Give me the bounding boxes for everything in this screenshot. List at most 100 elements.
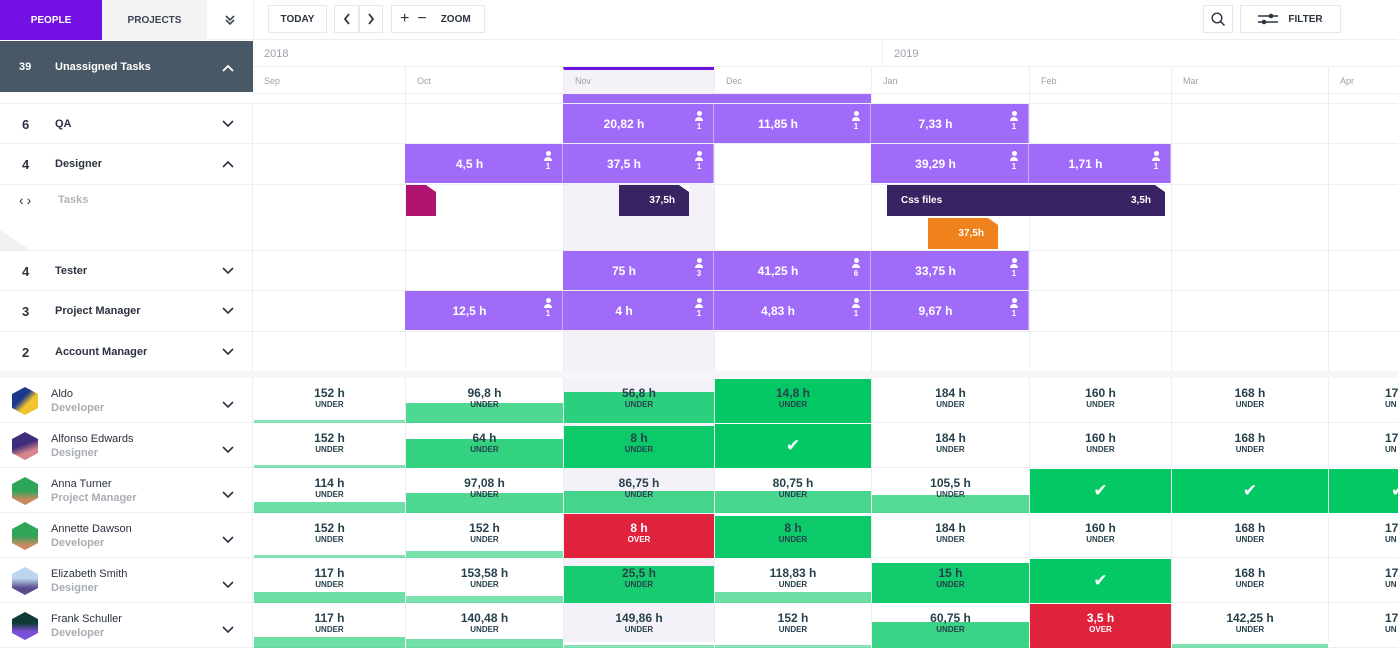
next-button[interactable] — [359, 5, 383, 33]
allocation-block[interactable]: 4,83 h 1 — [714, 291, 871, 330]
capacity-cell[interactable]: 168 h UNDER — [1172, 424, 1328, 468]
chevron-down-icon[interactable] — [222, 486, 234, 504]
capacity-cell[interactable]: 140,48 h UNDER — [406, 604, 563, 648]
task-bar[interactable] — [406, 185, 436, 216]
capacity-cell[interactable]: 152 h UNDER — [715, 604, 871, 648]
capacity-cell[interactable]: ✔ — [1030, 559, 1171, 603]
filter-button[interactable]: FILTER — [1240, 5, 1341, 33]
capacity-cell[interactable]: 184 h UNDER — [872, 514, 1029, 558]
allocation-block[interactable]: 33,75 h 1 — [871, 251, 1029, 290]
capacity-cell[interactable]: 118,83 h UNDER — [715, 559, 871, 603]
allocation-block[interactable]: 4 h 1 — [563, 291, 714, 330]
capacity-cell[interactable]: ✔ — [1030, 469, 1171, 513]
tab-people[interactable]: PEOPLE — [0, 0, 102, 40]
capacity-cell[interactable]: 160 h UNDER — [1030, 424, 1171, 468]
chevron-down-icon[interactable] — [222, 531, 234, 549]
allocation-block[interactable]: 37,5 h 1 — [563, 144, 714, 183]
capacity-cell[interactable]: 149,86 h UNDER — [564, 604, 714, 648]
person-row[interactable]: Alfonso Edwards Designer — [0, 423, 253, 468]
role-row-designer[interactable]: 4 Designer — [0, 144, 253, 184]
task-bar[interactable]: 37,5h — [928, 218, 998, 249]
capacity-cell[interactable]: 152 h UNDER — [406, 514, 563, 558]
scroll-tasks-arrows-icon[interactable]: ‹› — [19, 192, 34, 208]
capacity-cell[interactable]: 152 h UNDER — [254, 424, 405, 468]
capacity-cell[interactable]: 117 h UNDER — [254, 604, 405, 648]
allocation-block[interactable]: 20,82 h 1 — [563, 104, 714, 143]
capacity-cell[interactable]: 14,8 h UNDER — [715, 379, 871, 423]
capacity-cell[interactable]: 17 UN — [1329, 424, 1398, 468]
capacity-cell[interactable]: 160 h UNDER — [1030, 379, 1171, 423]
allocation-block[interactable]: 41,25 h 6 — [714, 251, 871, 290]
person-row[interactable]: Aldo Developer — [0, 378, 253, 423]
unassigned-tasks-header[interactable]: 39 Unassigned Tasks — [0, 41, 253, 92]
capacity-cell[interactable]: 184 h UNDER — [872, 424, 1029, 468]
chevron-down-icon[interactable] — [222, 621, 234, 639]
previous-button[interactable] — [334, 5, 359, 33]
capacity-cell[interactable]: 96,8 h UNDER — [406, 379, 563, 423]
allocation-block[interactable]: 1,71 h 1 — [1029, 144, 1171, 183]
allocation-block[interactable]: 9,67 h 1 — [871, 291, 1029, 330]
capacity-cell[interactable]: 152 h UNDER — [254, 379, 405, 423]
chevron-up-icon[interactable] — [222, 155, 234, 173]
capacity-cell[interactable]: 117 h UNDER — [254, 559, 405, 603]
tab-projects[interactable]: PROJECTS — [102, 0, 207, 40]
task-bar[interactable]: 37,5h — [619, 185, 689, 216]
capacity-cell[interactable]: 105,5 h UNDER — [872, 469, 1029, 513]
capacity-cell[interactable]: 3,5 h OVER — [1030, 604, 1171, 648]
capacity-cell[interactable]: 17 UN — [1329, 514, 1398, 558]
capacity-cell[interactable]: 64 h UNDER — [406, 424, 563, 468]
chevron-up-icon[interactable] — [222, 59, 234, 77]
chevron-down-icon[interactable] — [222, 576, 234, 594]
zoom-in-icon[interactable]: + — [400, 11, 409, 27]
capacity-cell[interactable]: 168 h UNDER — [1172, 559, 1328, 603]
person-row[interactable]: Annette Dawson Developer — [0, 513, 253, 558]
allocation-block[interactable]: 75 h 3 — [563, 251, 714, 290]
search-button[interactable] — [1203, 5, 1233, 33]
capacity-cell[interactable]: 80,75 h UNDER — [715, 469, 871, 513]
chevron-down-icon[interactable] — [222, 441, 234, 459]
capacity-cell[interactable]: 97,08 h UNDER — [406, 469, 563, 513]
capacity-cell[interactable]: 8 h UNDER — [715, 514, 871, 558]
capacity-cell[interactable]: 15 h UNDER — [872, 559, 1029, 603]
capacity-cell[interactable]: 8 h UNDER — [564, 424, 714, 468]
capacity-cell[interactable]: ✔ — [1329, 469, 1398, 513]
capacity-cell[interactable]: 168 h UNDER — [1172, 379, 1328, 423]
role-row-account-manager[interactable]: 2 Account Manager — [0, 332, 253, 372]
capacity-cell[interactable]: 8 h OVER — [564, 514, 714, 558]
capacity-cell[interactable]: 160 h UNDER — [1030, 514, 1171, 558]
role-row-qa[interactable]: 6 QA — [0, 104, 253, 144]
capacity-cell[interactable]: 17 UN — [1329, 379, 1398, 423]
capacity-cell[interactable]: 17 UN — [1329, 559, 1398, 603]
chevron-down-icon[interactable] — [222, 302, 234, 320]
capacity-cell[interactable]: 60,75 h UNDER — [872, 604, 1029, 648]
chevron-down-icon[interactable] — [222, 262, 234, 280]
capacity-cell[interactable]: ✔ — [1172, 469, 1328, 513]
capacity-cell[interactable]: 86,75 h UNDER — [564, 469, 714, 513]
today-button[interactable]: TODAY — [268, 5, 327, 33]
person-row[interactable]: Elizabeth Smith Designer — [0, 558, 253, 603]
zoom-out-icon[interactable]: − — [417, 11, 426, 27]
capacity-cell[interactable]: 25,5 h UNDER — [564, 559, 714, 603]
allocation-block[interactable]: 7,33 h 1 — [871, 104, 1029, 143]
collapse-all-button[interactable] — [207, 0, 253, 40]
capacity-cell[interactable]: 142,25 h UNDER — [1172, 604, 1328, 648]
capacity-cell[interactable]: 168 h UNDER — [1172, 514, 1328, 558]
capacity-cell[interactable]: ✔ — [715, 424, 871, 468]
role-row-project-manager[interactable]: 3 Project Manager — [0, 291, 253, 331]
person-row[interactable]: Frank Schuller Developer — [0, 603, 253, 648]
chevron-down-icon[interactable] — [222, 343, 234, 361]
chevron-down-icon[interactable] — [222, 396, 234, 414]
capacity-cell[interactable]: 56,8 h UNDER — [564, 379, 714, 423]
capacity-cell[interactable]: 184 h UNDER — [872, 379, 1029, 423]
capacity-cell[interactable]: 152 h UNDER — [254, 514, 405, 558]
allocation-block[interactable]: 39,29 h 1 — [871, 144, 1029, 183]
capacity-cell[interactable]: 153,58 h UNDER — [406, 559, 563, 603]
capacity-cell[interactable]: 114 h UNDER — [254, 469, 405, 513]
role-row-tester[interactable]: 4 Tester — [0, 251, 253, 291]
allocation-block[interactable]: 11,85 h 1 — [714, 104, 871, 143]
allocation-block[interactable]: 12,5 h 1 — [405, 291, 563, 330]
person-row[interactable]: Anna Turner Project Manager — [0, 468, 253, 513]
allocation-block[interactable]: 4,5 h 1 — [405, 144, 563, 183]
task-bar-css-files[interactable]: Css files 3,5h — [887, 185, 1165, 216]
capacity-cell[interactable]: 17 UN — [1329, 604, 1398, 648]
